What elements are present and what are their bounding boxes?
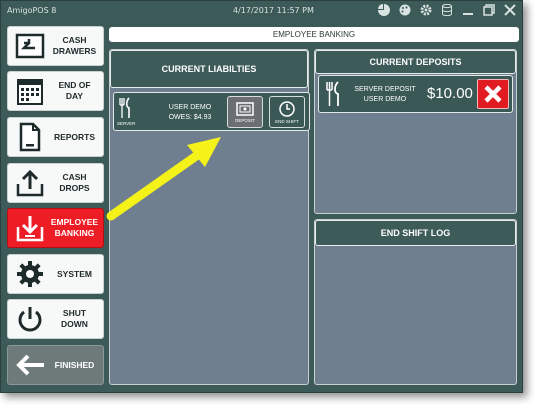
restore-icon[interactable] [481,2,497,18]
database-icon[interactable] [439,2,455,18]
titlebar-icons [376,2,518,18]
end-shift-label: END SHIFT [275,118,299,124]
power-icon [12,301,48,337]
end-of-day-button[interactable]: END OF DAY [7,71,104,111]
cash-drawers-button[interactable]: CASH DRAWERS [7,26,104,66]
sidebar-item-label: REPORTS [53,131,96,142]
reports-button[interactable]: REPORTS [7,117,104,157]
deposit-amount: $10.00 [427,85,473,102]
fork-knife-icon [119,97,130,118]
close-icon[interactable] [502,2,518,18]
sidebar-item-label: DROPS [59,183,90,193]
page-title: EMPLOYEE BANKING [109,27,519,42]
sidebar-item-label: CASH [62,35,87,45]
sidebar-item-label: FINISHED [54,359,95,370]
current-deposits-panel: CURRENT DEPOSITS SERVER DEPOSIT USER DEMO… [314,49,517,214]
amount-owed: OWES: $4.93 [168,114,212,121]
end-shift-log-panel: END SHIFT LOG [314,219,517,385]
document-icon [12,119,48,155]
cash-icon [236,101,254,116]
palette-icon[interactable] [397,2,413,18]
app-name: AmigoPOS 8 [7,6,57,15]
cash-drops-button[interactable]: CASH DROPS [7,163,104,203]
user-name: USER DEMO [168,104,212,111]
sidebar-item-label: DAY [65,91,84,101]
sidebar-item-label: SYSTEM [57,268,92,279]
sidebar-item-label: BANKING [54,228,95,238]
pos-window: AmigoPOS 8 4/17/2017 11:57 PM CASH DRAWE… [0,0,523,393]
close-icon [484,85,502,103]
sidebar-item-label: END OF [58,80,91,90]
sidebar-item-label: DOWN [61,319,88,329]
employee-banking-button[interactable]: EMPLOYEE BANKING [7,208,104,248]
delete-deposit-button[interactable] [477,79,509,109]
calendar-icon [12,73,48,109]
gear-icon [12,256,48,292]
upload-tray-icon [12,165,48,201]
cash-drawer-icon [12,28,48,64]
date-time: 4/17/2017 11:57 PM [233,6,314,15]
deposit-card[interactable]: SERVER DEPOSIT USER DEMO $10.00 [318,75,513,113]
end-shift-button[interactable]: END SHIFT [269,96,305,128]
sidebar-item-label: EMPLOYEE [50,217,99,227]
deposit-type: SERVER DEPOSIT [354,86,416,93]
pie-chart-icon[interactable] [376,2,392,18]
annotation-arrow [106,137,221,221]
deposit-info: SERVER DEPOSIT USER DEMO [347,85,423,105]
system-button[interactable]: SYSTEM [7,254,104,294]
current-liabilities-title: CURRENT LIABILTIES [110,50,308,88]
sidebar-item-label: DRAWERS [52,46,97,56]
finished-button[interactable]: FINISHED [7,345,104,385]
fork-knife-icon [326,81,339,106]
liability-info: USER DEMO OWES: $4.93 [154,103,226,123]
current-deposits-title: CURRENT DEPOSITS [315,50,516,74]
arrow-left-icon [12,347,48,383]
title-bar: AmigoPOS 8 4/17/2017 11:57 PM [1,1,522,21]
deposit-user: USER DEMO [363,96,407,103]
shut-down-button[interactable]: SHUT DOWN [7,299,104,339]
sidebar-item-label: SHUT [62,308,87,318]
end-shift-log-title: END SHIFT LOG [315,220,516,246]
download-tray-icon [12,210,48,246]
gear-icon[interactable] [418,2,434,18]
sidebar-item-label: CASH [62,172,87,182]
minimize-icon[interactable] [460,2,476,18]
clock-icon [279,100,295,117]
